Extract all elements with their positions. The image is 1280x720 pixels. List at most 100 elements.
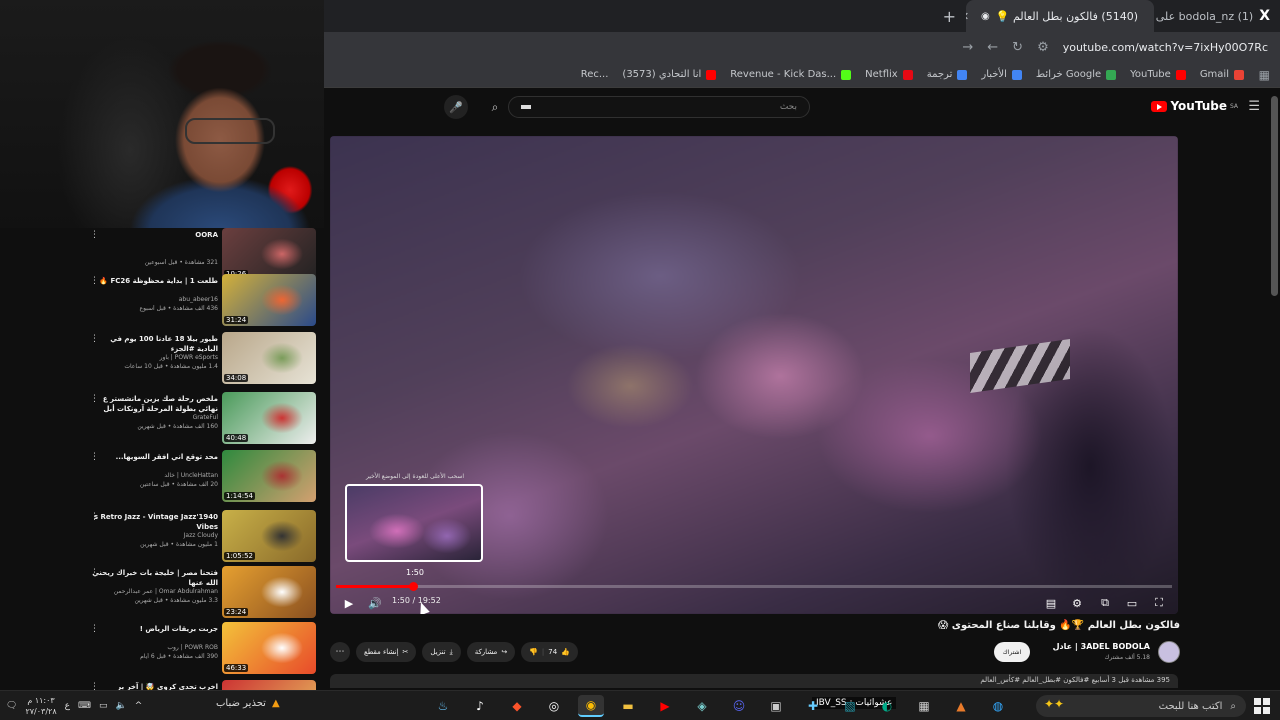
weather-widget[interactable]: ▲ تحذير ضباب	[216, 698, 280, 709]
url-text[interactable]: youtube.com/watch?v=7ixHy00O7Rc	[1063, 41, 1268, 54]
recommendation-item[interactable]: 31:24 طلعت 1 | بداية محظوظة FC26 🔥 abu_abe…	[0, 274, 324, 330]
back-icon[interactable]: ←	[987, 40, 998, 55]
recommendation-item[interactable]: 40:48 ملخص رحلة صك يزين مانشستر ع نهائي ب…	[0, 392, 324, 448]
tiktok-icon[interactable]: ♪	[467, 695, 493, 717]
mic-icon[interactable]: 🎤	[444, 95, 468, 119]
steam-icon[interactable]: ♨	[430, 695, 456, 717]
keyboard-icon[interactable]: ⌨	[78, 701, 91, 711]
more-options-icon[interactable]: ⋮	[90, 452, 99, 462]
youtube-app-icon[interactable]: ▶	[652, 695, 678, 717]
bookmark-kick[interactable]: Revenue - Kick Das...	[730, 69, 852, 80]
app-icon[interactable]: ▲	[948, 695, 974, 717]
channel-name[interactable]: 3ADEL BODOLA | عادل	[1053, 642, 1150, 651]
recommendation-title[interactable]: 1940's Retro Jazz - Vintage Jazz Vibes	[88, 512, 218, 532]
search-input[interactable]: بحث	[508, 96, 810, 118]
search-icon[interactable]: ⌕	[484, 96, 506, 118]
recommendation-item[interactable]: 34:08 طيور بيلا 18 عادنا 100 يوم في الباد…	[0, 332, 324, 388]
bookmark-tahadi[interactable]: انا التحادي (3573)	[622, 69, 717, 80]
dislike-icon[interactable]: 👎	[529, 648, 538, 656]
bookmark-youtube[interactable]: YouTube	[1130, 69, 1186, 80]
new-tab-button[interactable]: +	[933, 7, 966, 26]
more-options-icon[interactable]: ⋮	[90, 276, 99, 286]
description-box[interactable]: 395 مشاهدة قبل 3 أسابيع #فالكون #بطل_الع…	[330, 674, 1178, 688]
network-icon[interactable]: ▭	[99, 701, 108, 711]
clock[interactable]: ١١:٠٣ م ٢٧/٠٣/٢٨	[25, 695, 56, 717]
bookmark-gmail[interactable]: Gmail	[1200, 69, 1244, 80]
apps-grid-icon[interactable]: ▦	[1259, 68, 1270, 82]
more-actions-button[interactable]: ⋯	[330, 642, 350, 662]
like-icon[interactable]: 👍	[561, 648, 570, 656]
recommendation-channel[interactable]: POWR eSports | باور	[88, 354, 218, 361]
taskbar-search-input[interactable]: ✦✦ اكتب هنا للبحث ⌕	[1036, 695, 1246, 717]
volume-icon[interactable]: 🔈	[116, 701, 127, 711]
settings-icon[interactable]: ⚙	[1068, 594, 1086, 612]
captions-icon[interactable]: ▤	[1042, 594, 1060, 612]
recommendation-channel[interactable]: Omar Abdulrahman | عمر عبدالرحمن	[88, 588, 218, 595]
channel-avatar[interactable]	[1158, 641, 1180, 663]
page-scrollbar[interactable]	[1271, 96, 1278, 296]
bookmark-maps[interactable]: خرائط Google	[1036, 69, 1117, 80]
progress-knob[interactable]	[408, 582, 418, 591]
theater-mode-icon[interactable]: ▭	[1123, 594, 1141, 612]
brave-icon[interactable]: ◆	[504, 695, 530, 717]
recommendation-item[interactable]: 23:24 فتحنا مصر | خليجة بات خبراك ريحني ا…	[0, 566, 324, 622]
subscribe-button[interactable]: اشتراك	[994, 642, 1030, 662]
store-icon[interactable]: ▦	[911, 695, 937, 717]
windows-start-icon[interactable]	[1254, 698, 1270, 714]
notification-icon[interactable]: 🗨	[6, 701, 17, 711]
share-button[interactable]: ↪ مشاركة	[466, 642, 516, 662]
close-icon[interactable]: ✕	[966, 10, 969, 23]
recommendation-title[interactable]: طيور بيلا 18 عادنا 100 يوم في البادية #ا…	[88, 334, 218, 354]
language-indicator[interactable]: ع	[65, 701, 70, 711]
recommendation-title[interactable]: اخرب تحدي كروي 🤯 | آخر بر منصحين	[88, 682, 218, 690]
app-icon[interactable]: ◍	[985, 695, 1011, 717]
obs-icon[interactable]: ◎	[541, 695, 567, 717]
recommendation-item[interactable]: اخرب تحدي كروي 🤯 | آخر بر منصحين⋮	[0, 680, 324, 690]
more-options-icon[interactable]: ⋮	[90, 394, 99, 404]
edge-icon[interactable]: ◐	[874, 695, 900, 717]
youtube-logo[interactable]: YouTube SA	[1151, 99, 1238, 113]
recommendation-channel[interactable]: abu_abeer16	[88, 296, 218, 303]
recommendation-item[interactable]: 1:14:54 محد توقع اني افقر السويها... Uncle…	[0, 450, 324, 506]
bookmark-netflix[interactable]: Netflix	[865, 69, 913, 80]
recommendation-title[interactable]: ملخص رحلة صك يزين مانشستر ع نهائي بطولة …	[88, 394, 218, 414]
app-icon[interactable]: ✚	[800, 695, 826, 717]
audio-icon[interactable]: ◉	[981, 11, 990, 22]
more-options-icon[interactable]: ⋮	[90, 230, 99, 240]
recommendation-channel[interactable]: Jazz Cloudy	[88, 532, 218, 539]
reload-icon[interactable]: ↻	[1012, 40, 1023, 55]
recommendation-channel[interactable]: UncleHattan | خالد	[88, 472, 218, 479]
site-settings-icon[interactable]: ⚙	[1037, 40, 1049, 55]
menu-icon[interactable]: ☰	[1248, 99, 1260, 114]
play-icon[interactable]: ▶	[340, 594, 358, 612]
app-icon[interactable]: ▧	[837, 695, 863, 717]
recommendation-channel[interactable]: POWR ROB | روب	[88, 644, 218, 651]
more-options-icon[interactable]: ⋮	[90, 682, 99, 690]
more-options-icon[interactable]: ⋮	[90, 512, 99, 522]
clip-button[interactable]: ✂ إنشاء مقطع	[356, 642, 417, 662]
video-thumbnail[interactable]	[222, 680, 316, 690]
more-options-icon[interactable]: ⋮	[90, 568, 99, 578]
recommendation-item[interactable]: 46:33 جربت بريقات الرياض ! POWR ROB | روب 3…	[0, 622, 324, 678]
app-icon[interactable]: ▣	[763, 695, 789, 717]
recommendation-title[interactable]: جربت بريقات الرياض !	[88, 624, 218, 634]
file-explorer-icon[interactable]: ▬	[615, 695, 641, 717]
volume-icon[interactable]: 🔊	[366, 594, 384, 612]
recommendation-channel[interactable]: GrateFul	[88, 414, 218, 421]
discord-icon[interactable]: ☺	[726, 695, 752, 717]
miniplayer-icon[interactable]: ⧉	[1096, 594, 1114, 612]
recommendation-title[interactable]: OORA	[88, 230, 218, 240]
tray-overflow-icon[interactable]: ^	[135, 701, 143, 711]
recommendation-title[interactable]: طلعت 1 | بداية محظوظة FC26 🔥	[88, 276, 218, 286]
bookmark-news[interactable]: الأخبار	[981, 69, 1022, 80]
video-player[interactable]: اسحب الأعلى للعودة إلى الموضع الأخير 1:5…	[330, 136, 1178, 614]
more-options-icon[interactable]: ⋮	[90, 624, 99, 634]
browser-tab-youtube[interactable]: (5140) فالكون بطل العالم 💡 ◉ ✕	[966, 0, 1154, 32]
browser-tab-x[interactable]: X (1) bodola_nz على X: "... أفضل ✕	[1154, 0, 1280, 32]
chrome-icon[interactable]: ◉	[578, 695, 604, 717]
bookmark-translate[interactable]: ترجمة	[927, 69, 968, 80]
apps-folder-icon[interactable]: ◈	[689, 695, 715, 717]
recommendation-title[interactable]: محد توقع اني افقر السويها...	[88, 452, 218, 462]
fullscreen-icon[interactable]: ⛶	[1150, 594, 1168, 612]
progress-bar[interactable]	[336, 582, 1172, 591]
